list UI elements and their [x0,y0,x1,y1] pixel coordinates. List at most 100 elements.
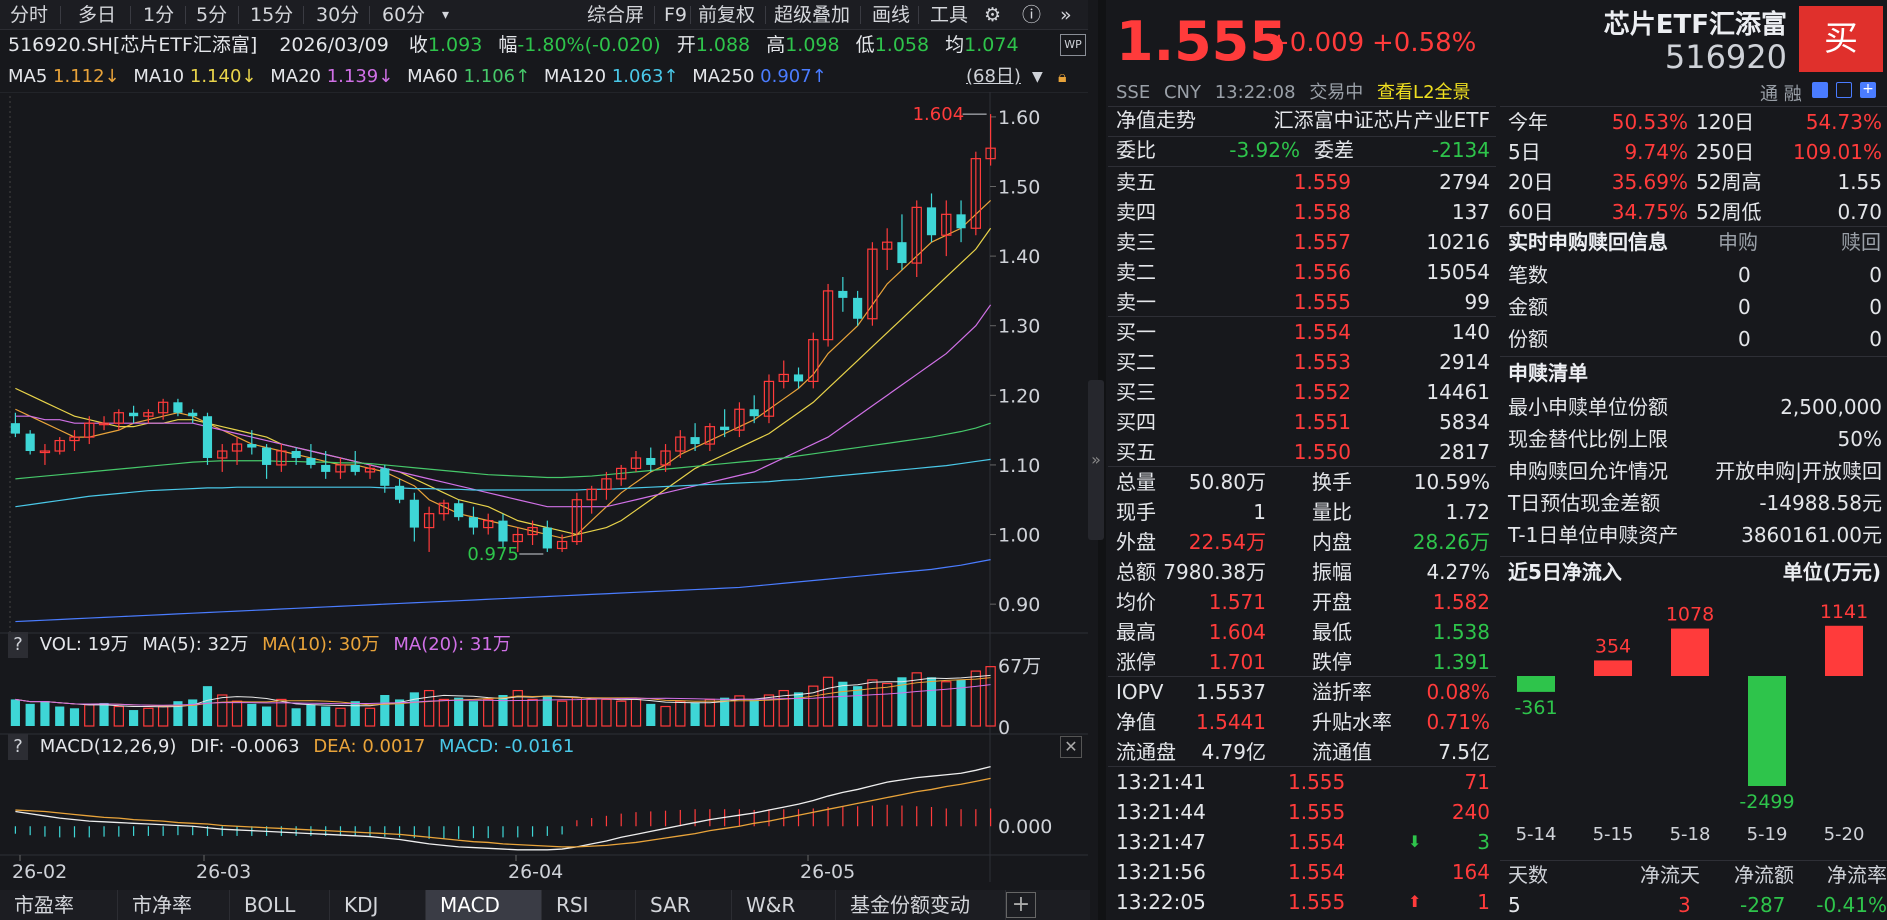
draw-button[interactable]: 画线 [872,2,910,28]
candle-body [350,464,360,472]
tab-pb[interactable]: 市净率 [118,890,230,920]
overlay-button[interactable]: 超级叠加 [774,2,850,28]
open-value: 1.088 [695,34,751,56]
tab-timeshare[interactable]: 分时 [10,2,48,28]
macd-help-icon[interactable]: ? [8,734,28,760]
bid-volume: 2914 [1439,350,1490,374]
close-icon[interactable]: ✕ [1060,736,1082,758]
stat-value: 10.59% [1413,470,1490,494]
stat-row: 总额 7980.38万 振幅 4.27% [1116,557,1496,587]
vol-header: ? VOL: 19万 MA(5): 32万 MA(10): 30万 MA(20)… [8,632,511,658]
bid-label: 买四 [1116,410,1156,434]
f9-button[interactable]: F9 [664,2,687,28]
tab-sar[interactable]: SAR [636,890,732,920]
tab-kdj[interactable]: KDJ [330,890,426,920]
rong-tag: 融 [1783,84,1802,105]
volume-bar [69,708,80,726]
candle-body [380,468,390,486]
l2-link[interactable]: 查看L2全景 [1377,82,1470,103]
candle-body [720,426,730,431]
bid-row[interactable]: 买二 1.553 2914 [1116,347,1496,377]
tab-5min[interactable]: 5分 [196,2,227,28]
redeem-row: 申购赎回允许情况 开放申购|开放赎回 [1508,456,1887,486]
edit-icon[interactable] [1812,82,1828,98]
ask-row[interactable]: 卖三 1.557 10216 [1116,227,1496,257]
tick-row: 13:22:05 1.555 1 [1116,887,1496,917]
add-watch-icon[interactable]: + [1860,82,1876,98]
ma5-value: 1.112↓ [53,66,120,87]
kline-chart[interactable]: 1.60 1.50 1.40 1.30 1.20 1.10 1.00 0.90 1.604 0.9… [0,92,1088,882]
ask-volume: 137 [1451,200,1490,224]
tab-boll[interactable]: BOLL [230,890,330,920]
volume-bar [586,698,597,727]
redeem-row-value: 50% [1837,427,1882,451]
stat-label: 总额 [1116,560,1156,584]
vol-help-icon[interactable]: ? [8,632,28,658]
tab-30min[interactable]: 30分 [316,2,359,28]
chart-area[interactable]: 1.60 1.50 1.40 1.30 1.20 1.10 1.00 0.90 1.604 0.9… [0,92,1088,882]
tab-wr[interactable]: W&R [732,890,836,920]
collapse-handle[interactable]: » [1088,380,1104,540]
redeem-row-value: 2,500,000 [1780,395,1882,419]
volume-bar [690,702,700,726]
tab-rsi[interactable]: RSI [542,890,636,920]
nav-trend-row[interactable]: 净值走势 汇添富中证芯片产业ETF [1116,105,1496,135]
expand-icon[interactable]: » [1060,2,1072,28]
bid-row[interactable]: 买一 1.554 140 [1116,317,1496,347]
sub-redeem-header: 实时申购赎回信息 申购 赎回 [1508,227,1887,257]
composite-screen-button[interactable]: 综合屏 [587,2,644,28]
redeem-row-label: 申购赎回允许情况 [1508,459,1668,483]
wp-icon[interactable]: WP [1060,34,1086,56]
flow-netrate-label: 净流率 [1827,863,1887,887]
stat-label: 最高 [1116,620,1156,644]
volume-bar [941,681,952,727]
ma120-label: MA120 [543,66,607,87]
stat-value: 1.571 [1208,590,1266,614]
flow-date-label: 5-15 [1593,824,1634,845]
perf-label: 120日 [1696,110,1755,134]
tab-60min[interactable]: 60分 [382,2,425,28]
bid-row[interactable]: 买三 1.552 14461 [1116,377,1496,407]
flow-table-row: 5 3 -287 -0.41% [1508,890,1887,920]
tick-time: 13:22:05 [1116,890,1206,914]
tick-row: 13:21:47 1.554 3 [1116,827,1496,857]
days-count-button[interactable]: (68日) [966,64,1021,90]
high-annotation: 1.604 [913,104,965,125]
volume-bar [276,698,287,727]
buy-button[interactable]: 买 [1799,6,1883,72]
period-dropdown-icon[interactable]: ▾ [442,2,449,28]
etf-stat-label: 溢折率 [1312,680,1372,704]
ask-row[interactable]: 卖五 1.559 2794 [1116,167,1496,197]
volume-bar [483,698,494,727]
y-tick-label: 1.40 [998,246,1040,268]
tab-1min[interactable]: 1分 [143,2,174,28]
adjust-button[interactable]: 前复权 [698,2,755,28]
alert-icon[interactable] [1836,82,1852,98]
x-tick-label: 26-03 [196,861,251,882]
ask-volume: 99 [1464,290,1490,314]
add-tab-icon[interactable]: + [1006,892,1036,918]
gear-icon[interactable]: ⚙ [984,2,1001,28]
redeem-row: T-1日单位申赎资产 3860161.00元 [1508,520,1887,550]
lock-icon[interactable]: 🔒︎ [1058,64,1067,90]
stat-label: 量比 [1312,500,1352,524]
bid-row[interactable]: 买四 1.551 5834 [1116,407,1496,437]
tab-macd[interactable]: MACD [426,890,542,920]
tab-fund-shares[interactable]: 基金份额变动 [836,890,1006,920]
ask-row[interactable]: 卖一 1.555 99 [1116,287,1496,317]
help-icon[interactable]: ⓘ [1022,2,1041,28]
macd-header: ? MACD(12,26,9) DIF: -0.0063 DEA: 0.0017… [8,734,574,760]
flow-table-header: 天数 净流天 净流额 净流率 [1508,860,1887,890]
volume-bar [143,707,154,727]
tools-button[interactable]: 工具 [930,2,968,28]
sub-col-label: 申购 [1718,230,1758,254]
stat-value: 7980.38万 [1163,560,1266,584]
tab-15min[interactable]: 15分 [250,2,293,28]
fund-name: 芯片ETF汇添富 [1603,10,1787,40]
ask-row[interactable]: 卖二 1.556 15054 [1116,257,1496,287]
tab-pe[interactable]: 市盈率 [0,890,118,920]
days-dropdown-icon[interactable]: ▼ [1032,64,1043,90]
bid-row[interactable]: 买五 1.550 2817 [1116,437,1496,467]
tab-multiday[interactable]: 多日 [78,2,116,28]
ask-row[interactable]: 卖四 1.558 137 [1116,197,1496,227]
